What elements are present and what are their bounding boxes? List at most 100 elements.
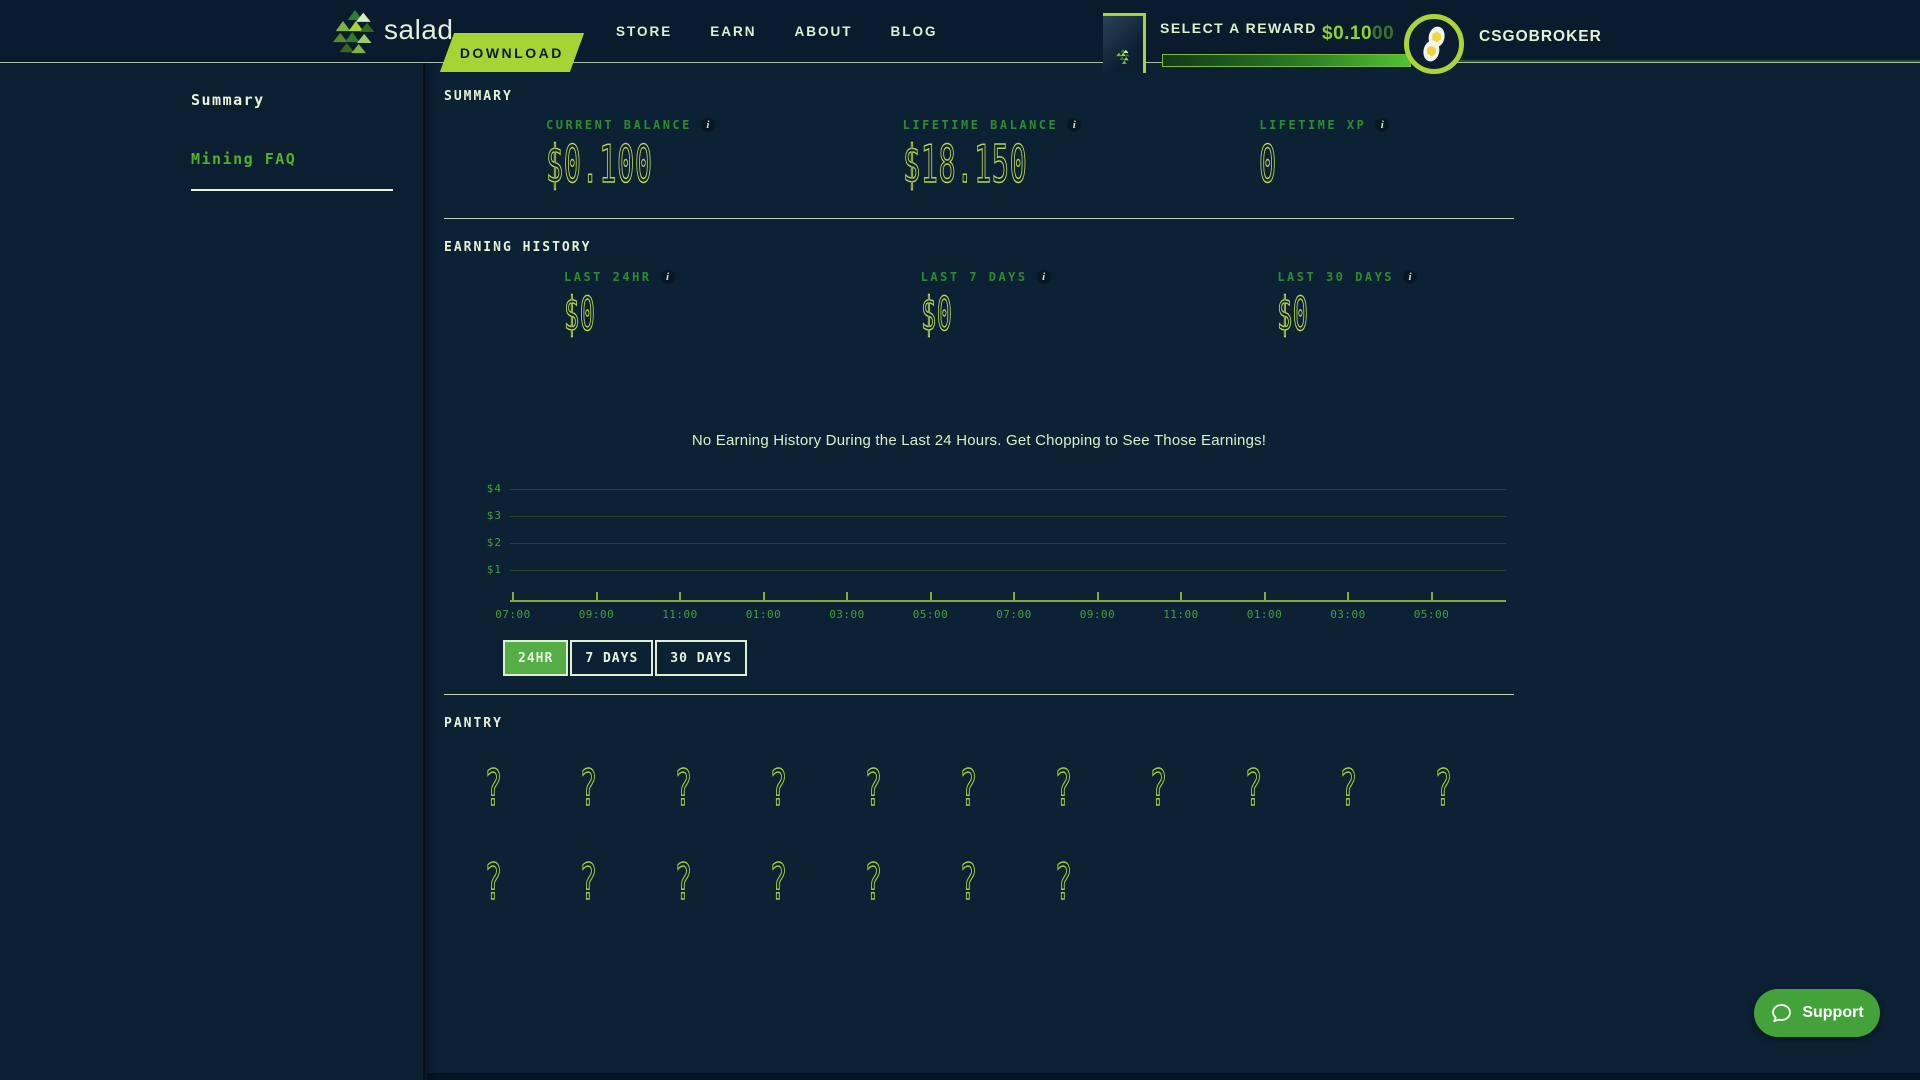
- question-mark-glyph: ?: [959, 852, 978, 912]
- info-icon[interactable]: i: [1036, 270, 1051, 284]
- question-mark-glyph: ?: [674, 758, 693, 818]
- info-icon[interactable]: i: [1067, 118, 1082, 132]
- chart-x-tick-label: 11:00: [662, 608, 698, 621]
- chart-x-tick: [1096, 592, 1099, 600]
- reward-card[interactable]: [1103, 13, 1146, 73]
- pantry-item-locked[interactable]: ?: [1396, 742, 1491, 834]
- pantry-item-locked[interactable]: ?: [826, 836, 921, 928]
- pantry-item-locked[interactable]: ?: [636, 836, 731, 928]
- pantry-item-locked[interactable]: ?: [541, 836, 636, 928]
- chart-x-tick: [1013, 592, 1015, 600]
- chart-x-tick-label: 07:00: [996, 608, 1032, 621]
- logo-wordmark[interactable]: salad: [384, 14, 453, 46]
- question-mark-glyph: ?: [1244, 758, 1263, 818]
- salad-logo-icon[interactable]: [332, 7, 378, 62]
- pantry-item-locked[interactable]: ?: [731, 836, 826, 928]
- info-icon[interactable]: i: [700, 118, 715, 132]
- question-mark-glyph: ?: [769, 758, 788, 818]
- pantry-item-locked[interactable]: ?: [446, 742, 541, 834]
- stat-label: LAST 7 DAYS i: [921, 270, 1158, 284]
- section-divider: [444, 218, 1514, 219]
- chart-x-tick-label: 05:00: [1413, 608, 1450, 621]
- reward-card-logo-icon: [1116, 48, 1130, 64]
- chart-y-tick-label: $2: [486, 536, 502, 549]
- empty-chart-message: No Earning History During the Last 24 Ho…: [691, 432, 1267, 449]
- question-mark-glyph: ?: [579, 852, 598, 912]
- nav-item-blog[interactable]: BLOG: [891, 24, 938, 39]
- chart-gridline: [510, 516, 1506, 517]
- chart-range-buttons: 24HR 7 DAYS 30 DAYS: [503, 640, 748, 676]
- chart-x-tick-label: 11:00: [1163, 608, 1199, 621]
- stat-value: $0: [564, 287, 596, 341]
- xp-progress-track: [1420, 60, 1920, 62]
- pantry-heading: PANTRY: [444, 716, 503, 731]
- chart-x-tick: [512, 592, 514, 600]
- earning-stats: LAST 24HR i $0 LAST 7 DAYS i $0 LAST 30 DAYS i $…: [444, 270, 1514, 341]
- pantry-item-locked[interactable]: ?: [921, 836, 1016, 928]
- sidebar-item-mining-faq[interactable]: Mining FAQ: [191, 150, 296, 168]
- stat-label-text: LIFETIME XP: [1259, 118, 1367, 132]
- horizontal-scrollbar[interactable]: [427, 1073, 1920, 1080]
- top-bar: salad DOWNLOAD STORE EARN ABOUT BLOG SELECT…: [0, 0, 1920, 74]
- stat-label: LIFETIME XP i: [1259, 118, 1514, 132]
- pantry-item-locked[interactable]: ?: [1111, 742, 1206, 834]
- chart-y-tick-label: $3: [486, 509, 502, 522]
- support-button-label: Support: [1802, 1004, 1864, 1021]
- question-mark-glyph: ?: [1149, 758, 1168, 818]
- chart-gridline: [510, 570, 1506, 571]
- username[interactable]: CSGOBROKER: [1479, 28, 1602, 46]
- info-icon[interactable]: i: [1375, 118, 1390, 132]
- pantry-row: ???????????: [446, 742, 1491, 834]
- pantry-item-locked[interactable]: ?: [731, 742, 826, 834]
- pantry-row: ???????: [446, 836, 1111, 928]
- stat-value: 0: [1259, 135, 1278, 195]
- avatar[interactable]: [1404, 14, 1464, 74]
- range-button-24hr[interactable]: 24HR: [503, 640, 569, 676]
- summary-heading: SUMMARY: [444, 89, 513, 104]
- chart-x-tick-label: 03:00: [1330, 608, 1366, 621]
- question-mark-glyph: ?: [864, 852, 883, 912]
- active-item-underline: [191, 189, 393, 191]
- chart-x-tick-label: 05:00: [912, 608, 949, 621]
- nav-item-about[interactable]: ABOUT: [795, 24, 853, 39]
- question-mark-glyph: ?: [579, 758, 598, 818]
- info-icon[interactable]: i: [1403, 270, 1418, 284]
- main-nav: STORE EARN ABOUT BLOG: [616, 0, 938, 62]
- stat-label-text: LAST 7 DAYS: [920, 270, 1028, 284]
- select-reward-label[interactable]: SELECT A REWARD: [1160, 20, 1317, 36]
- sidebar: Summary Mining FAQ: [0, 63, 425, 1080]
- pantry-item-locked[interactable]: ?: [1301, 742, 1396, 834]
- chart-x-tick: [762, 592, 765, 600]
- sidebar-item-summary[interactable]: Summary: [191, 91, 265, 109]
- nav-item-store[interactable]: STORE: [616, 24, 672, 39]
- range-button-7-days[interactable]: 7 DAYS: [570, 640, 654, 676]
- pantry-item-locked[interactable]: ?: [1016, 742, 1111, 834]
- balance-display: $0.1000: [1322, 23, 1394, 45]
- info-icon[interactable]: i: [660, 270, 675, 284]
- stat-label-text: LIFETIME BALANCE: [902, 118, 1059, 132]
- stat-label-text: LAST 30 DAYS: [1277, 270, 1395, 284]
- chart-x-tick: [1347, 592, 1349, 600]
- pantry-item-locked[interactable]: ?: [446, 836, 541, 928]
- pantry-item-locked[interactable]: ?: [541, 742, 636, 834]
- pantry-item-locked[interactable]: ?: [636, 742, 731, 834]
- pantry-item-locked[interactable]: ?: [826, 742, 921, 834]
- pantry-item-locked[interactable]: ?: [1016, 836, 1111, 928]
- question-mark-glyph: ?: [959, 758, 978, 818]
- section-divider: [444, 694, 1514, 695]
- pantry-item-locked[interactable]: ?: [1206, 742, 1301, 834]
- support-button[interactable]: Support: [1754, 989, 1880, 1037]
- question-mark-glyph: ?: [1434, 758, 1453, 818]
- xp-progress-bar: [1162, 54, 1411, 67]
- question-mark-glyph: ?: [484, 852, 503, 912]
- pantry-item-locked[interactable]: ?: [921, 742, 1016, 834]
- stat-value: $0.100: [546, 135, 653, 195]
- stat-lifetime-balance: LIFETIME BALANCE i $18.150: [801, 118, 1158, 193]
- chart-x-tick-label: 03:00: [829, 608, 865, 621]
- balance-sub: 00: [1372, 23, 1395, 44]
- chart-gridline: [510, 543, 1506, 544]
- nav-item-earn[interactable]: EARN: [710, 24, 756, 39]
- download-button[interactable]: DOWNLOAD: [439, 33, 585, 72]
- range-button-30-days[interactable]: 30 DAYS: [655, 640, 748, 676]
- stat-lifetime-xp: LIFETIME XP i 0: [1157, 118, 1514, 193]
